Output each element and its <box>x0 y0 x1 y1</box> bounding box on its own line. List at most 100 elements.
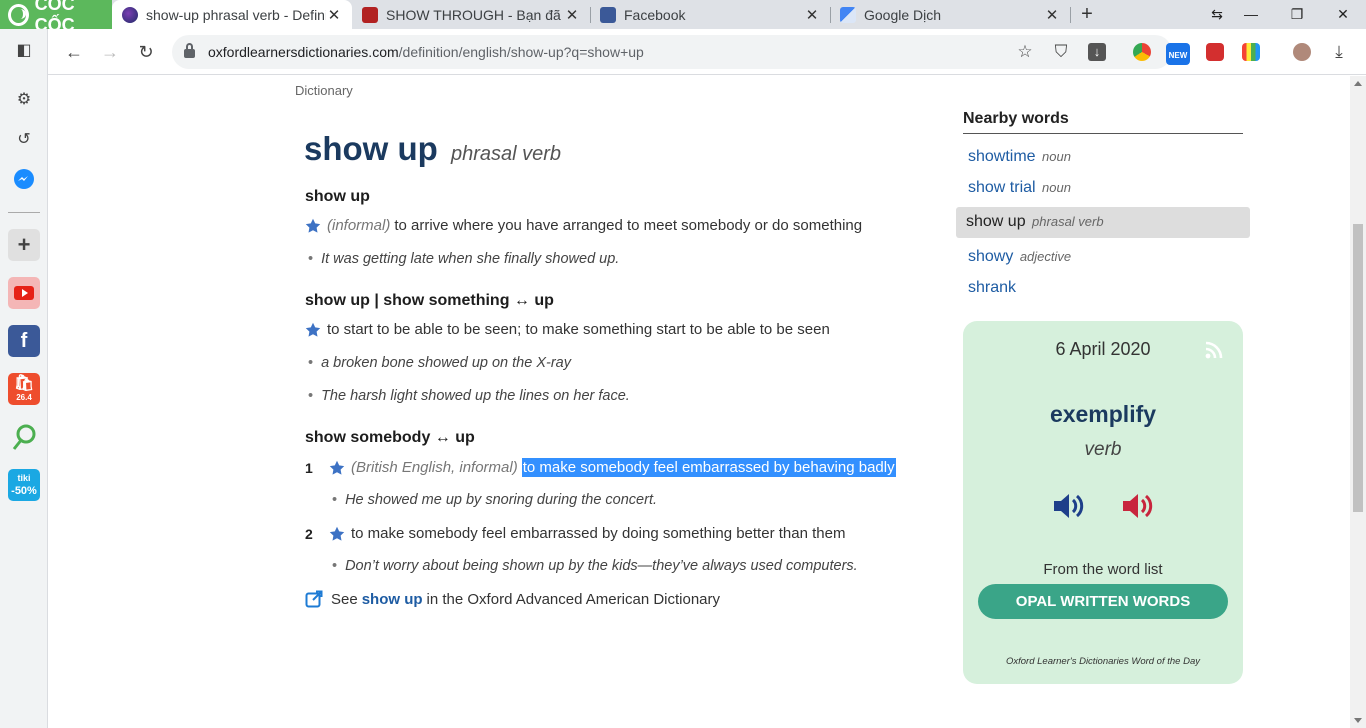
page-scrollbar[interactable] <box>1350 76 1366 728</box>
example-text: The harsh light showed up the lines on h… <box>321 388 630 404</box>
address-bar[interactable]: oxfordlearnersdictionaries.com/definitio… <box>172 35 1172 69</box>
definition-text: to arrive where you have arranged to mee… <box>394 217 863 234</box>
nearby-item-showy[interactable]: showy adjective <box>968 248 1071 266</box>
star-icon <box>329 460 345 475</box>
nearby-item-showtime[interactable]: showtime noun <box>968 148 1071 166</box>
usage-label: (informal) <box>327 217 391 234</box>
sidebar-toggle-icon[interactable]: ◧ <box>12 39 36 63</box>
definition-text: to start to be able to be seen; to make … <box>327 321 830 338</box>
tab-divider <box>1070 7 1071 23</box>
close-tab-icon[interactable]: ✕ <box>326 6 342 24</box>
youtube-icon[interactable] <box>8 277 40 309</box>
headword: show up <box>304 130 438 167</box>
breadcrumb[interactable]: Dictionary <box>295 83 353 98</box>
restore-icon[interactable]: ❐ <box>1274 0 1320 29</box>
example: • He showed me up by snoring during the c… <box>332 492 658 508</box>
nearby-item-shrank[interactable]: shrank <box>968 279 1016 297</box>
add-app-icon[interactable]: + <box>8 229 40 261</box>
nearby-item-show-trial[interactable]: show trial noun <box>968 179 1071 197</box>
example-text: a broken bone showed up on the X-ray <box>321 355 571 371</box>
minimize-icon[interactable]: — <box>1228 0 1274 29</box>
shopee-icon[interactable]: 🛍 26.4 <box>8 373 40 405</box>
wotd-date: 6 April 2020 <box>1055 339 1151 359</box>
wotd-word[interactable]: exemplify <box>963 401 1243 428</box>
see-also-prefix: See <box>331 590 358 608</box>
definition: (British English, informal) to make some… <box>329 458 896 477</box>
star-icon <box>305 322 321 337</box>
page-title: show up phrasal verb <box>304 130 561 168</box>
history-icon[interactable]: ↺ <box>12 128 36 152</box>
shopee-badge: 26.4 <box>16 393 32 402</box>
cambridge-favicon-icon <box>362 6 378 23</box>
chrome-ext-icon[interactable] <box>1133 43 1151 61</box>
close-tab-icon[interactable]: ✕ <box>804 6 820 24</box>
color-ext-icon[interactable] <box>1242 43 1260 61</box>
close-tab-icon[interactable]: ✕ <box>564 6 580 24</box>
word-of-the-day-card: 6 April 2020 exemplify verb From the wor… <box>963 321 1243 684</box>
dictionary-page: Dictionary show up phrasal verb show up … <box>48 76 1350 728</box>
coccoc-brand[interactable]: CỐC CỐC <box>0 0 112 35</box>
scroll-up-icon[interactable] <box>1354 81 1362 86</box>
settings-gear-icon[interactable]: ⚙ <box>12 88 36 112</box>
headword-pos: phrasal verb <box>451 143 562 165</box>
example-text: Don’t worry about being shown up by the … <box>345 558 858 574</box>
tab-google-translate[interactable]: Google Dịch ✕ <box>830 0 1070 29</box>
tab-oxford[interactable]: show-up phrasal verb - Defini ✕ <box>112 0 352 29</box>
definition: to start to be able to be seen; to make … <box>305 321 830 338</box>
browser-sidebar: ◧ ⚙ ↺ + f 🛍 26.4 tiki -50% <box>0 29 48 728</box>
downloads-icon[interactable]: ⤓ <box>1330 43 1348 61</box>
red-ext-icon[interactable] <box>1206 43 1224 61</box>
messenger-icon[interactable] <box>12 168 36 192</box>
example-text: He showed me up by snoring during the co… <box>345 492 658 508</box>
address-toolbar: ← → ↻ oxfordlearnersdictionaries.com/def… <box>48 29 1366 75</box>
sidebar-divider <box>8 212 40 213</box>
selected-definition-text[interactable]: to make somebody feel embarrassed by beh… <box>521 458 896 477</box>
leaf-app-icon[interactable] <box>8 421 40 453</box>
external-link-icon <box>305 590 323 608</box>
tab-cambridge[interactable]: SHOW THROUGH - Bạn đã đa ✕ <box>352 0 590 29</box>
close-tab-icon[interactable]: ✕ <box>1044 6 1060 24</box>
speaker-american-icon[interactable] <box>1120 489 1154 523</box>
usage-label: (British English, informal) <box>351 459 518 476</box>
scrollbar-thumb[interactable] <box>1353 224 1363 512</box>
speaker-british-icon[interactable] <box>1051 489 1085 523</box>
definition: (informal) to arrive where you have arra… <box>305 217 862 234</box>
tab-title: Google Dịch <box>864 6 942 23</box>
url-text[interactable]: oxfordlearnersdictionaries.com/definitio… <box>208 44 644 60</box>
wotd-footer: Oxford Learner's Dictionaries Word of th… <box>1005 656 1200 667</box>
example: • Don’t worry about being shown up by the… <box>332 558 858 574</box>
new-tab-icon[interactable]: + <box>1076 3 1098 25</box>
google-translate-favicon-icon <box>840 6 856 23</box>
see-also: See show up in the Oxford Advanced Ameri… <box>305 590 720 608</box>
opal-written-words-button[interactable]: OPAL WRITTEN WORDS <box>978 584 1228 619</box>
nearby-item-show-up[interactable]: show up phrasal verb <box>956 207 1250 238</box>
close-window-icon[interactable]: ✕ <box>1320 0 1366 29</box>
profile-avatar[interactable] <box>1293 43 1311 61</box>
forward-arrow-icon[interactable]: → <box>98 40 122 64</box>
bookmark-star-icon[interactable]: ☆ <box>1016 43 1034 61</box>
new-ext-icon[interactable]: NEW <box>1166 43 1190 65</box>
oxford-favicon-icon <box>122 6 138 23</box>
coccoc-logo-icon <box>8 3 29 26</box>
wotd-from-label: From the word list <box>1043 561 1163 578</box>
tab-title: SHOW THROUGH - Bạn đã đa <box>386 6 564 23</box>
nearby-divider <box>963 133 1243 134</box>
sense-heading: show up <box>305 188 370 205</box>
tab-title: Facebook <box>624 6 686 23</box>
tiki-icon[interactable]: tiki -50% <box>8 469 40 501</box>
scroll-down-icon[interactable] <box>1354 718 1362 723</box>
rss-icon[interactable] <box>1205 341 1223 359</box>
tab-facebook[interactable]: Facebook ✕ <box>590 0 830 29</box>
wotd-pos: verb <box>1084 439 1122 460</box>
shield-icon[interactable]: ⛉ <box>1052 43 1070 61</box>
see-also-link[interactable]: show up <box>362 591 423 608</box>
example: • a broken bone showed up on the X-ray <box>308 355 571 371</box>
facebook-app-icon[interactable]: f <box>8 325 40 357</box>
back-arrow-icon[interactable]: ← <box>62 40 86 64</box>
sub-sense-number: 2 <box>305 526 313 542</box>
lock-icon <box>184 43 195 58</box>
sub-sense-number: 1 <box>305 460 313 476</box>
tab-strip: CỐC CỐC show-up phrasal verb - Defini ✕ … <box>0 0 1366 35</box>
reload-icon[interactable]: ↻ <box>134 40 158 64</box>
download-page-icon[interactable]: ↓ <box>1088 43 1106 61</box>
